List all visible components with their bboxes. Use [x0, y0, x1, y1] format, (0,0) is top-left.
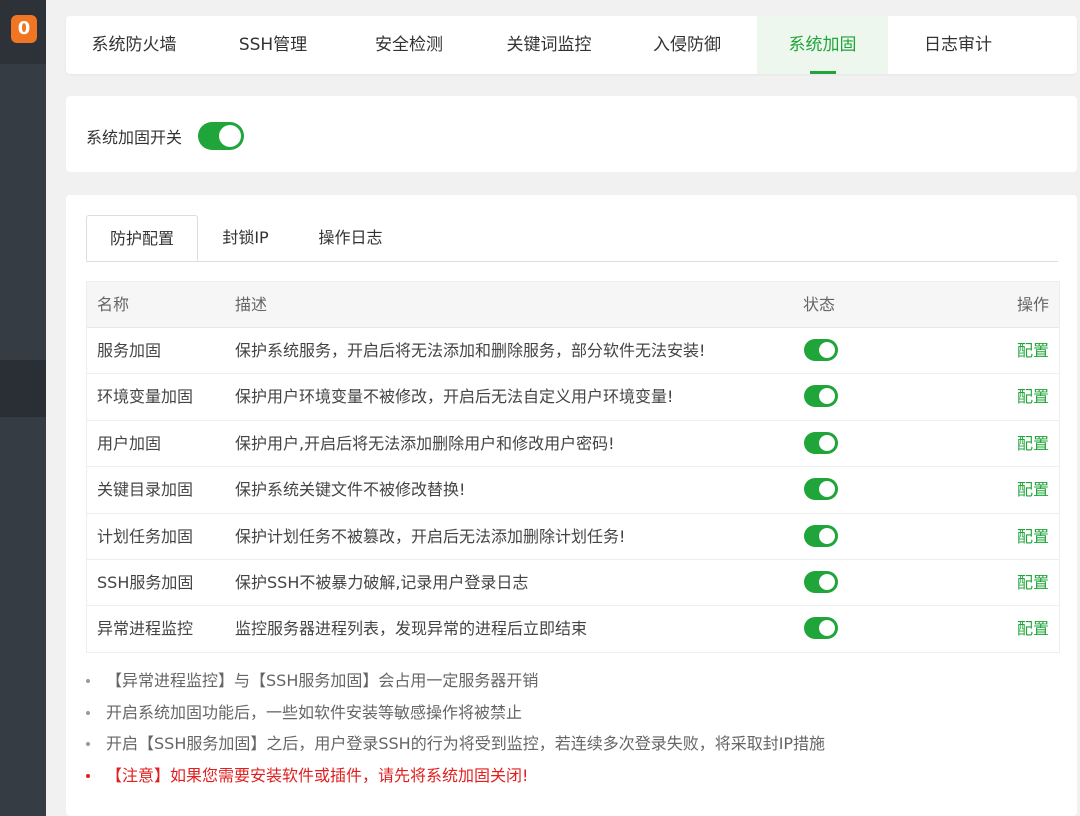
sub-tabs: 防护配置 封锁IP 操作日志: [86, 215, 1058, 262]
toggle-knob: [819, 342, 835, 358]
row-desc: 保护系统服务，开启后将无法添加和删除服务，部分软件无法安装!: [235, 341, 706, 360]
active-tab-indicator: [809, 71, 836, 74]
row-desc: 保护计划任务不被篡改，开启后无法添加删除计划任务!: [235, 526, 626, 546]
row-config-link[interactable]: 配置: [1017, 328, 1049, 373]
row-name: 环境变量加固: [97, 387, 194, 407]
row-status-toggle[interactable]: [804, 339, 838, 361]
notes-list: 【异常进程监控】与【SSH服务加固】会占用一定服务器开销 开启系统加固功能后，一…: [86, 665, 1058, 791]
tab-log-audit[interactable]: 日志审计: [892, 16, 1024, 74]
table-row: 环境变量加固 保护用户环境变量不被修改，开启后无法自定义用户环境变量! 配置: [87, 374, 1059, 421]
row-config-link[interactable]: 配置: [1017, 421, 1049, 466]
top-nav: 系统防火墙 SSH管理 安全检测 关键词监控 入侵防御 系统加固 日志审计: [66, 16, 1077, 74]
header-status: 状态: [803, 295, 836, 314]
table-row: 计划任务加固 保护计划任务不被篡改，开启后无法添加删除计划任务! 配置: [87, 514, 1059, 560]
row-config-link[interactable]: 配置: [1017, 560, 1049, 605]
table-header: 名称 描述 状态 操作: [87, 282, 1059, 328]
note-item: 开启【SSH服务加固】之后，用户登录SSH的行为将受到监控，若连续多次登录失败，…: [86, 728, 1058, 760]
table-row: 异常进程监控 监控服务器进程列表，发现异常的进程后立即结束 配置: [87, 606, 1059, 651]
row-status-toggle[interactable]: [804, 524, 838, 547]
row-config-link[interactable]: 配置: [1017, 514, 1049, 559]
toggle-knob: [219, 125, 241, 147]
row-status-toggle[interactable]: [804, 385, 838, 408]
tab-system-hardening[interactable]: 系统加固: [757, 16, 888, 74]
hardening-switch-panel: 系统加固开关: [66, 96, 1077, 172]
row-desc: 监控服务器进程列表，发现异常的进程后立即结束: [235, 619, 588, 639]
sidebar: 0: [0, 0, 46, 816]
row-name: SSH服务加固: [97, 572, 194, 592]
tab-system-hardening-label: 系统加固: [788, 35, 857, 55]
header-name: 名称: [97, 295, 130, 314]
header-action: 操作: [1016, 295, 1049, 314]
sidebar-header: 0: [0, 0, 46, 64]
table-row: 关键目录加固 保护系统关键文件不被修改替换! 配置: [87, 467, 1059, 514]
toggle-knob: [819, 573, 835, 590]
subtab-protection-config[interactable]: 防护配置: [86, 215, 198, 261]
row-desc: 保护SSH不被暴力破解,记录用户登录日志: [235, 572, 529, 592]
warning-note: 【注意】如果您需要安装软件或插件，请先将系统加固关闭!: [86, 760, 1058, 792]
row-name: 用户加固: [97, 433, 162, 453]
row-desc: 保护用户,开启后将无法添加删除用户和修改用户密码!: [235, 433, 615, 453]
row-name: 服务加固: [97, 341, 162, 360]
sidebar-item-active[interactable]: [0, 360, 46, 417]
toggle-knob: [819, 620, 835, 637]
table-row: SSH服务加固 保护SSH不被暴力破解,记录用户登录日志 配置: [87, 560, 1059, 607]
hardening-table: 名称 描述 状态 操作 服务加固 保护系统服务，开启后将无法添加和删除服务，部分…: [86, 281, 1060, 653]
row-status-toggle[interactable]: [804, 478, 838, 501]
row-name: 关键目录加固: [97, 480, 194, 500]
tab-ssh[interactable]: SSH管理: [202, 16, 344, 74]
row-status-toggle[interactable]: [804, 570, 838, 593]
toggle-knob: [819, 434, 835, 451]
toggle-knob: [819, 527, 835, 544]
row-desc: 保护系统关键文件不被修改替换!: [235, 480, 466, 500]
subtab-operation-log[interactable]: 操作日志: [293, 215, 408, 261]
row-config-link[interactable]: 配置: [1017, 374, 1049, 419]
table-row: 服务加固 保护系统服务，开启后将无法添加和删除服务，部分软件无法安装! 配置: [87, 328, 1059, 375]
hardening-switch-label: 系统加固开关: [86, 128, 183, 147]
tab-firewall[interactable]: 系统防火墙: [66, 16, 202, 74]
row-status-toggle[interactable]: [804, 431, 838, 454]
row-name: 计划任务加固: [97, 526, 194, 546]
notification-badge[interactable]: 0: [11, 15, 37, 43]
main-panel: 防护配置 封锁IP 操作日志 名称 描述 状态 操作 服务加固 保护系统服务，开…: [66, 195, 1077, 816]
row-name: 异常进程监控: [97, 619, 194, 639]
note-item: 【异常进程监控】与【SSH服务加固】会占用一定服务器开销: [86, 665, 1058, 697]
row-desc: 保护用户环境变量不被修改，开启后无法自定义用户环境变量!: [235, 387, 674, 407]
hardening-master-toggle[interactable]: [198, 122, 244, 150]
tab-keyword-monitor[interactable]: 关键词监控: [474, 16, 624, 74]
toggle-knob: [819, 388, 835, 405]
tab-intrusion[interactable]: 入侵防御: [624, 16, 750, 74]
row-config-link[interactable]: 配置: [1017, 467, 1049, 512]
header-desc: 描述: [235, 295, 268, 314]
table-row: 用户加固 保护用户,开启后将无法添加删除用户和修改用户密码! 配置: [87, 421, 1059, 468]
note-item: 开启系统加固功能后，一些如软件安装等敏感操作将被禁止: [86, 697, 1058, 729]
row-status-toggle[interactable]: [804, 617, 838, 640]
subtab-blocked-ip[interactable]: 封锁IP: [198, 215, 293, 261]
toggle-knob: [819, 481, 835, 498]
tab-security-check[interactable]: 安全检测: [344, 16, 474, 74]
row-config-link[interactable]: 配置: [1017, 606, 1049, 651]
